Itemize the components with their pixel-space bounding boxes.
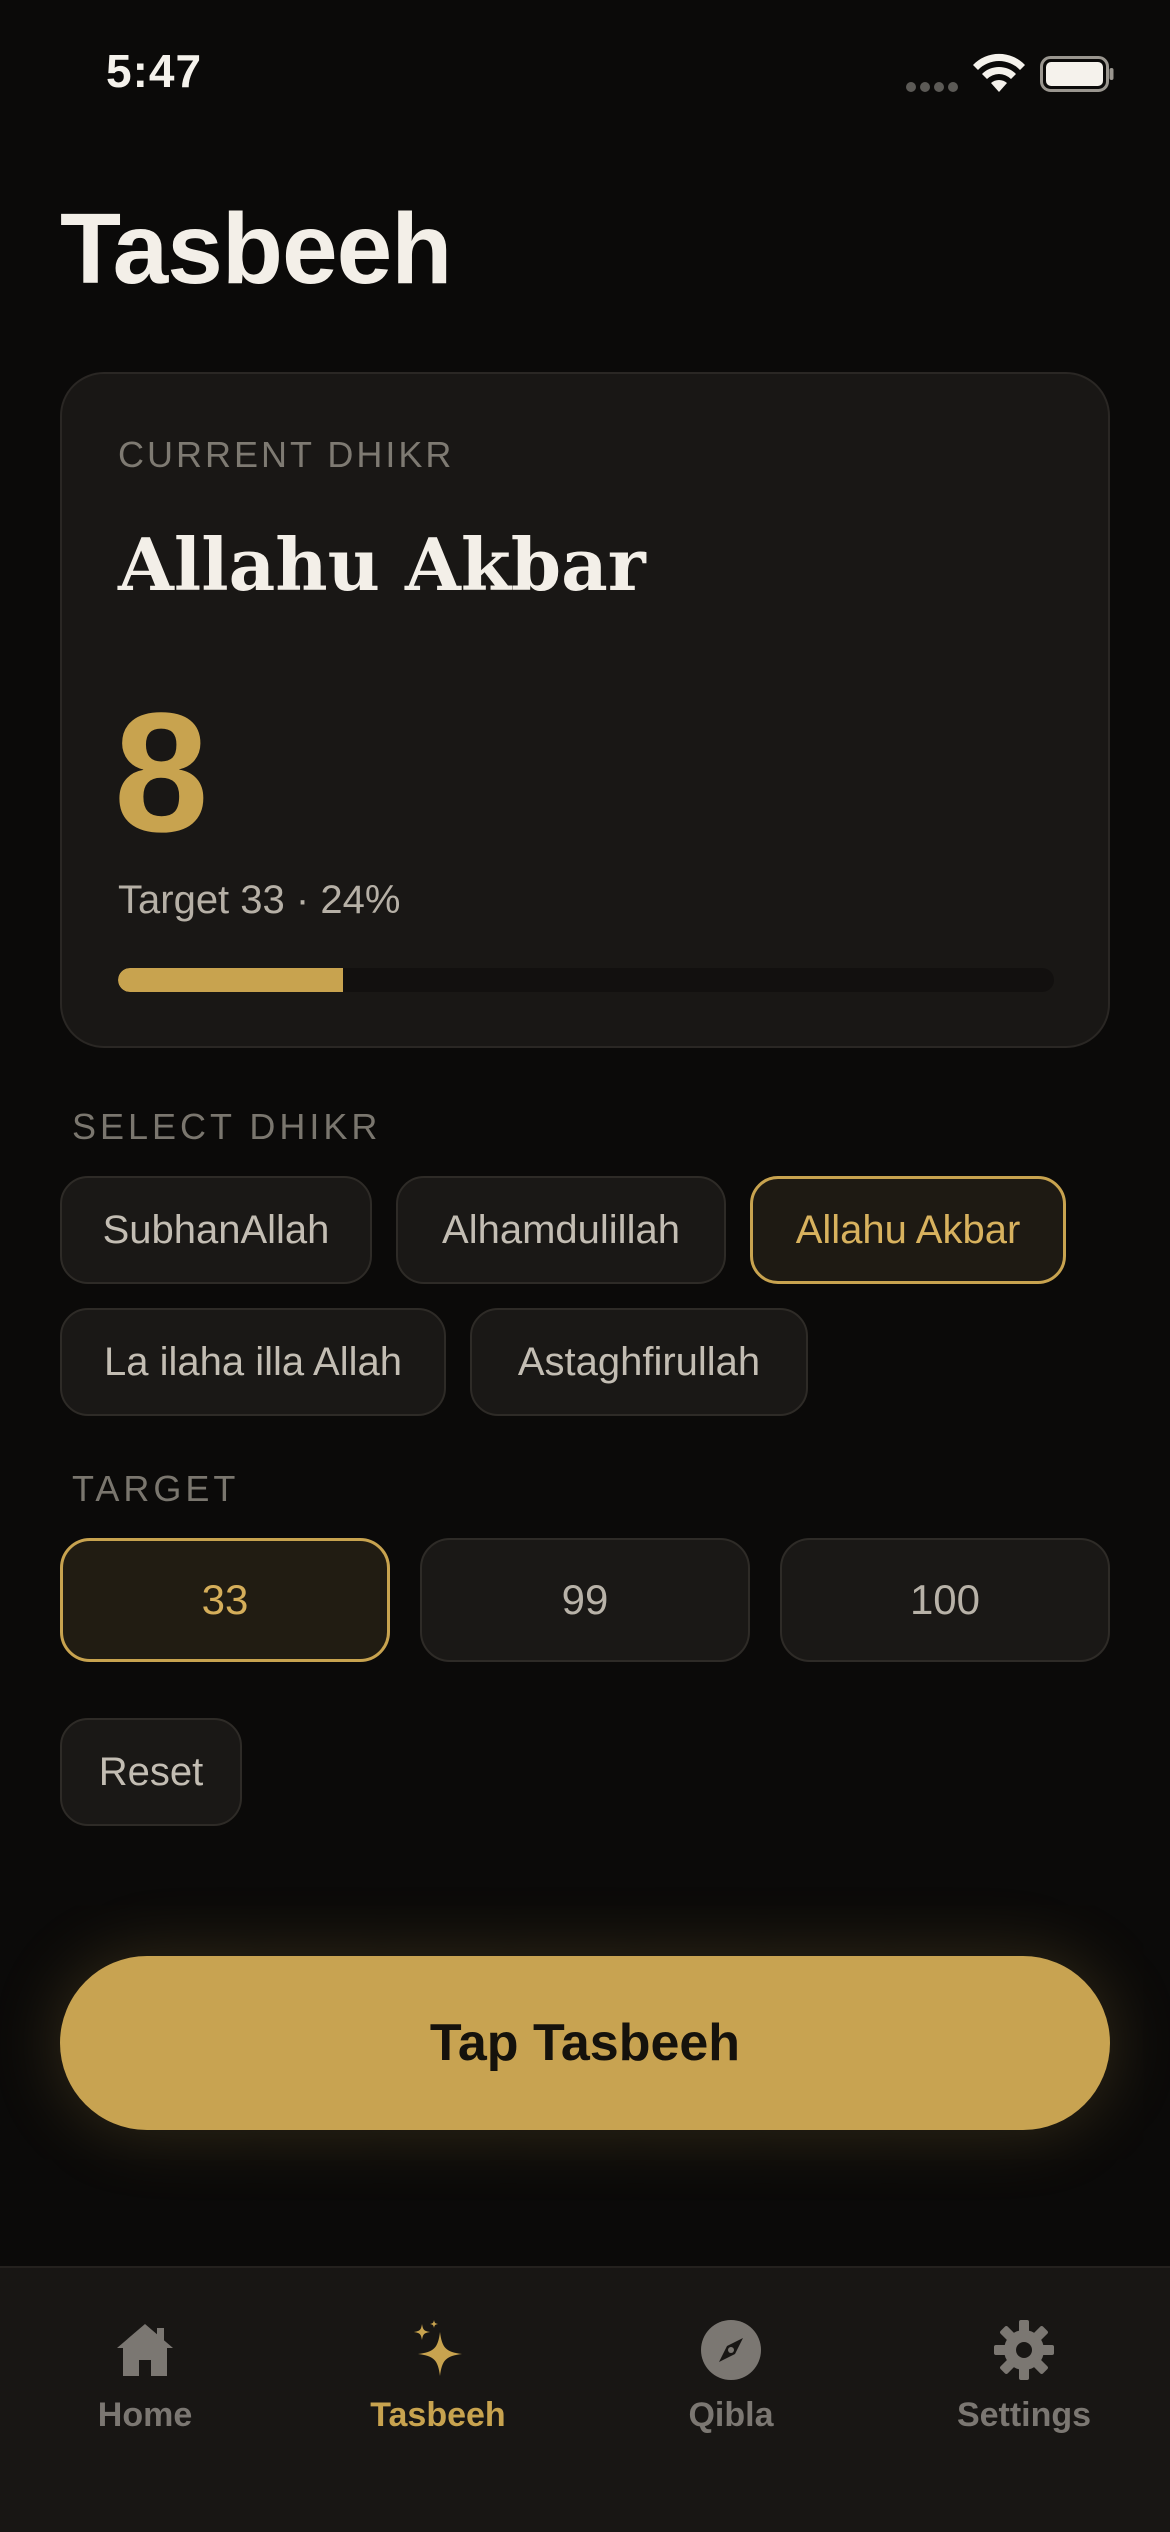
- target-100-button[interactable]: 100: [780, 1538, 1110, 1662]
- dhikr-chip-la-ilaha-illa-allah[interactable]: La ilaha illa Allah: [60, 1308, 446, 1416]
- target-99-button[interactable]: 99: [420, 1538, 750, 1662]
- target-33-button[interactable]: 33: [60, 1538, 390, 1662]
- current-dhikr-label: CURRENT DHIKR: [118, 434, 455, 475]
- tab-home-label: Home: [97, 2396, 193, 2434]
- dhikr-chip-astaghfirullah[interactable]: Astaghfirullah: [470, 1308, 808, 1416]
- select-dhikr-label: SELECT DHIKR: [72, 1106, 382, 1147]
- tab-home[interactable]: Home: [25, 2318, 265, 2448]
- tab-settings[interactable]: Settings: [904, 2318, 1144, 2448]
- progress-bar-fill: [118, 968, 343, 992]
- wifi-icon: [973, 53, 1025, 92]
- target-progress-text: Target 33 · 24%: [118, 878, 401, 922]
- tasbeeh-count: 8: [114, 678, 209, 868]
- home-icon: [117, 2324, 173, 2376]
- dhikr-chip-subhanallah[interactable]: SubhanAllah: [60, 1176, 372, 1284]
- current-dhikr-card: CURRENT DHIKR Allahu Akbar 8 Target 33 ·…: [60, 372, 1110, 1048]
- cellular-signal-icon: [906, 82, 960, 92]
- dhikr-chip-allahu-akbar[interactable]: Allahu Akbar: [750, 1176, 1066, 1284]
- battery-icon: [1040, 56, 1114, 92]
- compass-icon: [701, 2320, 761, 2380]
- sparkle-icon: [414, 2320, 462, 2376]
- tab-bar: Home Tasbeeh Qibla Settings: [0, 2266, 1170, 2532]
- status-time: 5:47: [106, 45, 203, 97]
- tab-tasbeeh-label: Tasbeeh: [370, 2396, 506, 2434]
- tab-qibla[interactable]: Qibla: [611, 2318, 851, 2448]
- tap-tasbeeh-button[interactable]: Tap Tasbeeh: [60, 1956, 1110, 2130]
- current-dhikr-name: Allahu Akbar: [118, 522, 646, 607]
- tab-qibla-label: Qibla: [688, 2396, 774, 2434]
- page-title: Tasbeeh: [60, 193, 452, 305]
- progress-bar: [118, 968, 1054, 992]
- dhikr-chip-alhamdulillah[interactable]: Alhamdulillah: [396, 1176, 726, 1284]
- tab-tasbeeh[interactable]: Tasbeeh: [318, 2318, 558, 2448]
- reset-button[interactable]: Reset: [60, 1718, 242, 1826]
- tasbeeh-screen: 5:47 Tasbeeh CURRENT DHIKR Allahu Akbar …: [0, 0, 1170, 2532]
- gear-icon: [994, 2320, 1054, 2380]
- target-label: TARGET: [72, 1468, 240, 1509]
- tab-settings-label: Settings: [956, 2396, 1092, 2434]
